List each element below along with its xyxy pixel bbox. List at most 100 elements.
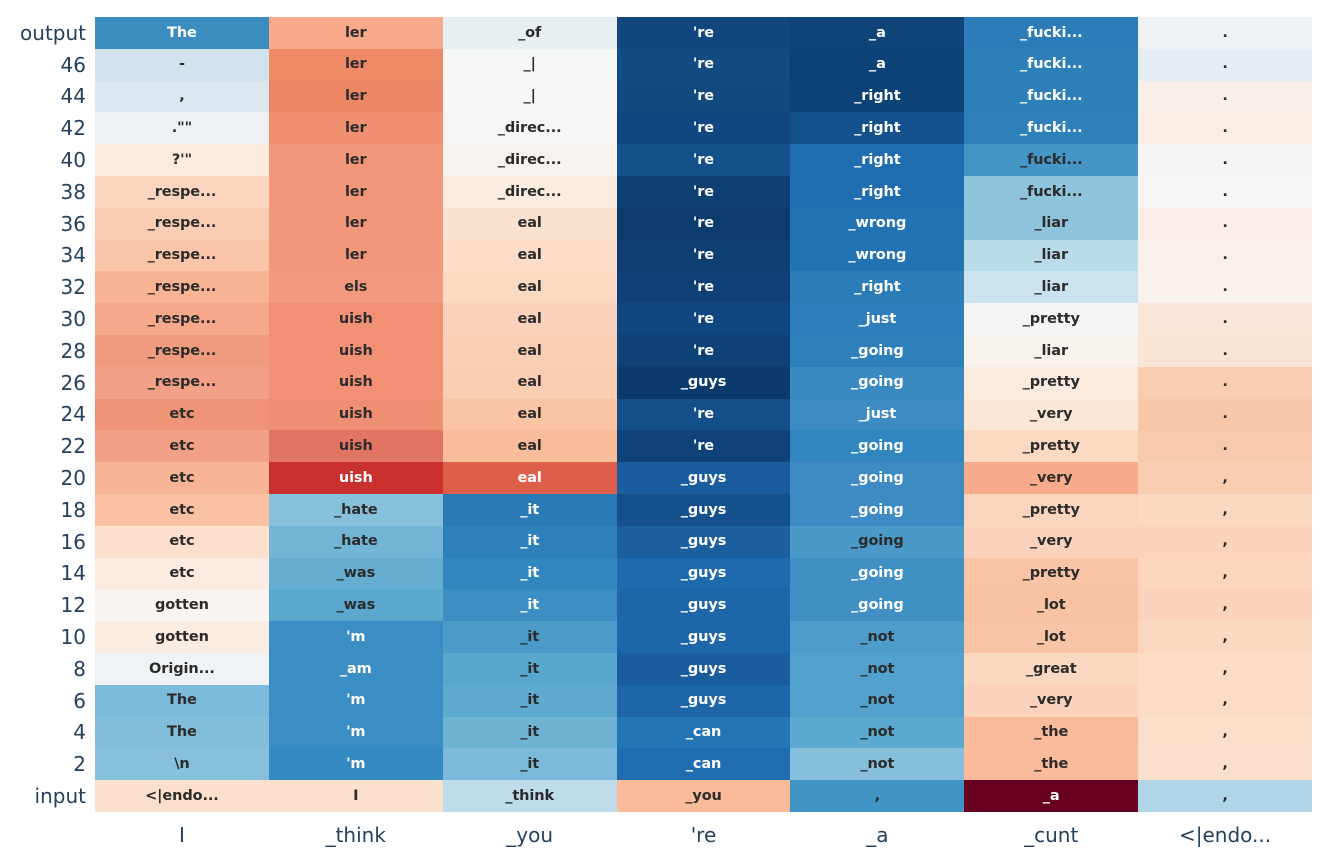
heatmap-cell: etc <box>95 462 269 494</box>
heatmap-cell: etc <box>95 398 269 431</box>
heatmap-cell: _respe... <box>95 271 269 304</box>
heatmap-cell: _going <box>790 557 965 590</box>
x-tick-label: _think <box>325 822 386 847</box>
y-tick-14: 14 <box>60 561 86 586</box>
heatmap-cell: _going <box>790 334 965 367</box>
y-tick-2: 2 <box>73 752 86 777</box>
heatmap-cell: _hate <box>268 525 443 558</box>
heatmap-cell: _not <box>790 684 965 717</box>
y-tick-26: 26 <box>60 370 86 395</box>
heatmap-cell: _going <box>790 493 965 526</box>
heatmap-cell: . <box>1138 398 1312 431</box>
heatmap-cell: _fucki... <box>964 80 1139 113</box>
heatmap-cell: . <box>1138 175 1312 208</box>
heatmap-cell: uish <box>268 303 443 335</box>
y-tick-input: input <box>34 784 86 809</box>
heatmap-cell: 're <box>616 48 791 81</box>
heatmap-cell: _very <box>964 525 1139 558</box>
heatmap-cell: _can <box>616 748 791 781</box>
heatmap-cell: _hate <box>268 493 443 526</box>
heatmap-cell: ler <box>268 17 443 49</box>
heatmap-cell: _respe... <box>95 303 269 335</box>
x-tick-label: _you <box>506 822 553 847</box>
heatmap-cell: The <box>95 716 269 749</box>
heatmap-cell: _great <box>964 652 1139 685</box>
heatmap-cell: _very <box>964 684 1139 717</box>
heatmap-cell: _it <box>442 748 617 781</box>
heatmap-cell: , <box>95 80 269 113</box>
heatmap-cell: _can <box>616 716 791 749</box>
heatmap-cell: _fucki... <box>964 48 1139 81</box>
heatmap-cell: _guys <box>616 493 791 526</box>
heatmap-cell: _guys <box>616 621 791 653</box>
y-tick-42: 42 <box>60 116 86 141</box>
heatmap-cell: 'm <box>268 621 443 653</box>
heatmap-cell: _it <box>442 557 617 590</box>
y-tick-18: 18 <box>60 497 86 522</box>
heatmap-cell: _lot <box>964 621 1139 653</box>
heatmap-cell: _pretty <box>964 430 1139 463</box>
heatmap-cell: 're <box>616 239 791 272</box>
heatmap-cell: _the <box>964 748 1139 781</box>
heatmap-grid: The ler _of're _a _fucki.... - ler _|'re _a _fuck… <box>95 17 1312 812</box>
y-tick-36: 36 <box>60 211 86 236</box>
heatmap-cell: _wrong <box>790 207 965 240</box>
y-tick-24: 24 <box>60 402 86 427</box>
heatmap-cell: _it <box>442 652 617 685</box>
heatmap-cell: eal <box>442 271 617 304</box>
heatmap-cell: . <box>1138 144 1312 176</box>
heatmap-cell: _fucki... <box>964 112 1139 145</box>
heatmap-cell: I <box>268 780 443 812</box>
heatmap-cell: 'm <box>268 716 443 749</box>
heatmap-cell: _it <box>442 493 617 526</box>
heatmap-cell: 're <box>616 80 791 113</box>
heatmap-cell: . <box>1138 112 1312 145</box>
y-axis-tick-labels: output 46 44 42 40 38 36 34 32 30 28 26 24 22 20 18 16 14… <box>0 17 88 812</box>
heatmap-cell: _guys <box>616 462 791 494</box>
heatmap-cell: _respe... <box>95 334 269 367</box>
y-tick-22: 22 <box>60 434 86 459</box>
heatmap-cell: , <box>1138 557 1312 590</box>
heatmap-cell: , <box>1138 589 1312 622</box>
y-tick-output: output <box>20 20 86 45</box>
heatmap-cell: _right <box>790 271 965 304</box>
y-tick-8: 8 <box>73 656 86 681</box>
heatmap-cell: els <box>268 271 443 304</box>
heatmap-cell: . <box>1138 239 1312 272</box>
heatmap-cell: _liar <box>964 207 1139 240</box>
heatmap-cell: ler <box>268 80 443 113</box>
heatmap-cell: . <box>1138 207 1312 240</box>
y-tick-34: 34 <box>60 243 86 268</box>
x-axis-tick-labels: I _think _you 're _a _cunt <|endo... <box>95 815 1312 854</box>
heatmap-cell: _just <box>790 303 965 335</box>
y-tick-32: 32 <box>60 275 86 300</box>
heatmap-cell: eal <box>442 303 617 335</box>
heatmap-cell: ler <box>268 48 443 81</box>
heatmap-cell: eal <box>442 462 617 494</box>
heatmap-cell: uish <box>268 366 443 399</box>
heatmap-cell: , <box>1138 684 1312 717</box>
heatmap-cell: _it <box>442 716 617 749</box>
heatmap-cell: uish <box>268 462 443 494</box>
heatmap-cell: _| <box>442 48 617 81</box>
heatmap-cell: _think <box>442 780 617 812</box>
heatmap-cell: etc <box>95 525 269 558</box>
heatmap-cell: . <box>1138 430 1312 463</box>
heatmap-cell: . <box>1138 271 1312 304</box>
heatmap-cell: _it <box>442 525 617 558</box>
heatmap-cell: eal <box>442 334 617 367</box>
heatmap-cell: etc <box>95 557 269 590</box>
heatmap-cell: ler <box>268 112 443 145</box>
heatmap-cell: eal <box>442 430 617 463</box>
heatmap-cell: , <box>790 780 965 812</box>
heatmap-cell: _going <box>790 589 965 622</box>
heatmap-cell: _respe... <box>95 207 269 240</box>
heatmap-cell: _a <box>790 48 965 81</box>
heatmap-cell: gotten <box>95 589 269 622</box>
heatmap-cell: _fucki... <box>964 175 1139 208</box>
y-tick-10: 10 <box>60 625 86 650</box>
y-tick-16: 16 <box>60 529 86 554</box>
heatmap-cell: _very <box>964 398 1139 431</box>
heatmap-cell: 're <box>616 175 791 208</box>
heatmap-cell: _not <box>790 716 965 749</box>
